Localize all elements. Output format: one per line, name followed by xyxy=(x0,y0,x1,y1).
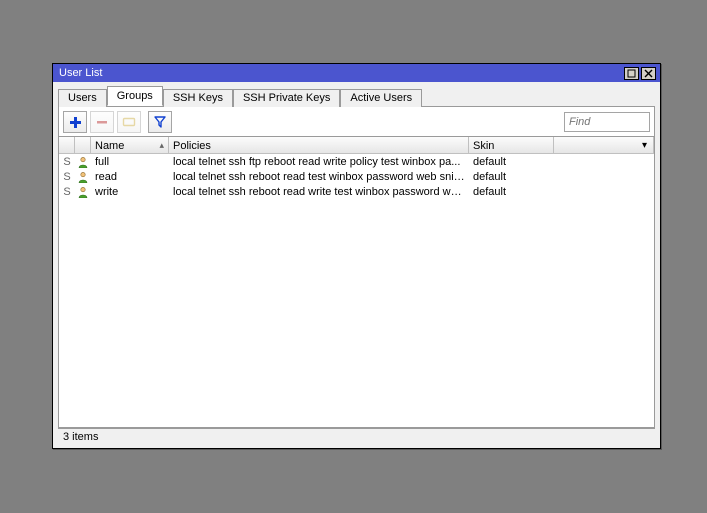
grid-body[interactable]: Sfulllocal telnet ssh ftp reboot read wr… xyxy=(59,154,654,427)
row-name: read xyxy=(91,171,169,183)
remove-button[interactable] xyxy=(90,111,114,133)
user-icon xyxy=(75,156,91,168)
column-menu[interactable]: ▾ xyxy=(554,137,654,153)
tabstrip: UsersGroupsSSH KeysSSH Private KeysActiv… xyxy=(58,86,655,106)
comment-button[interactable] xyxy=(117,111,141,133)
column-name-label: Name xyxy=(95,140,124,152)
table-row[interactable]: Sfulllocal telnet ssh ftp reboot read wr… xyxy=(59,154,654,169)
window-title: User List xyxy=(59,67,622,79)
row-name: full xyxy=(91,156,169,168)
status-text: 3 items xyxy=(63,431,98,443)
column-icon[interactable] xyxy=(75,137,91,153)
row-skin: default xyxy=(469,156,554,168)
add-button[interactable] xyxy=(63,111,87,133)
status-bar: 3 items xyxy=(58,428,655,446)
user-list-window: User List UsersGroupsSSH KeysSSH Private… xyxy=(52,63,661,449)
row-skin: default xyxy=(469,186,554,198)
row-policies: local telnet ssh reboot read write test … xyxy=(169,186,469,198)
toolbar xyxy=(59,108,654,136)
tab-active-users[interactable]: Active Users xyxy=(340,89,422,107)
client-area: UsersGroupsSSH KeysSSH Private KeysActiv… xyxy=(53,82,660,448)
row-policies: local telnet ssh ftp reboot read write p… xyxy=(169,156,469,168)
filter-button[interactable] xyxy=(148,111,172,133)
row-skin: default xyxy=(469,171,554,183)
table-row[interactable]: Sreadlocal telnet ssh reboot read test w… xyxy=(59,169,654,184)
row-policies: local telnet ssh reboot read test winbox… xyxy=(169,171,469,183)
close-button[interactable] xyxy=(641,67,656,80)
column-policies-label: Policies xyxy=(173,140,211,152)
row-name: write xyxy=(91,186,169,198)
tab-ssh-private-keys[interactable]: SSH Private Keys xyxy=(233,89,340,107)
tab-panel: Name ▴ Policies Skin ▾ Sfulllocal telnet… xyxy=(58,106,655,428)
titlebar[interactable]: User List xyxy=(53,64,660,82)
row-flag: S xyxy=(59,171,75,183)
table-row[interactable]: Swritelocal telnet ssh reboot read write… xyxy=(59,184,654,199)
column-name[interactable]: Name ▴ xyxy=(91,137,169,153)
column-policies[interactable]: Policies xyxy=(169,137,469,153)
tab-users[interactable]: Users xyxy=(58,89,107,107)
grid: Name ▴ Policies Skin ▾ Sfulllocal telnet… xyxy=(59,136,654,427)
tab-groups[interactable]: Groups xyxy=(107,86,163,106)
row-flag: S xyxy=(59,186,75,198)
column-dropdown-icon: ▾ xyxy=(642,140,647,151)
find-input[interactable] xyxy=(564,112,650,132)
minimize-button[interactable] xyxy=(624,67,639,80)
column-skin-label: Skin xyxy=(473,140,494,152)
sort-indicator-icon: ▴ xyxy=(159,140,164,151)
user-icon xyxy=(75,171,91,183)
column-flag[interactable] xyxy=(59,137,75,153)
user-icon xyxy=(75,186,91,198)
grid-header: Name ▴ Policies Skin ▾ xyxy=(59,137,654,154)
tab-ssh-keys[interactable]: SSH Keys xyxy=(163,89,233,107)
column-skin[interactable]: Skin xyxy=(469,137,554,153)
row-flag: S xyxy=(59,156,75,168)
